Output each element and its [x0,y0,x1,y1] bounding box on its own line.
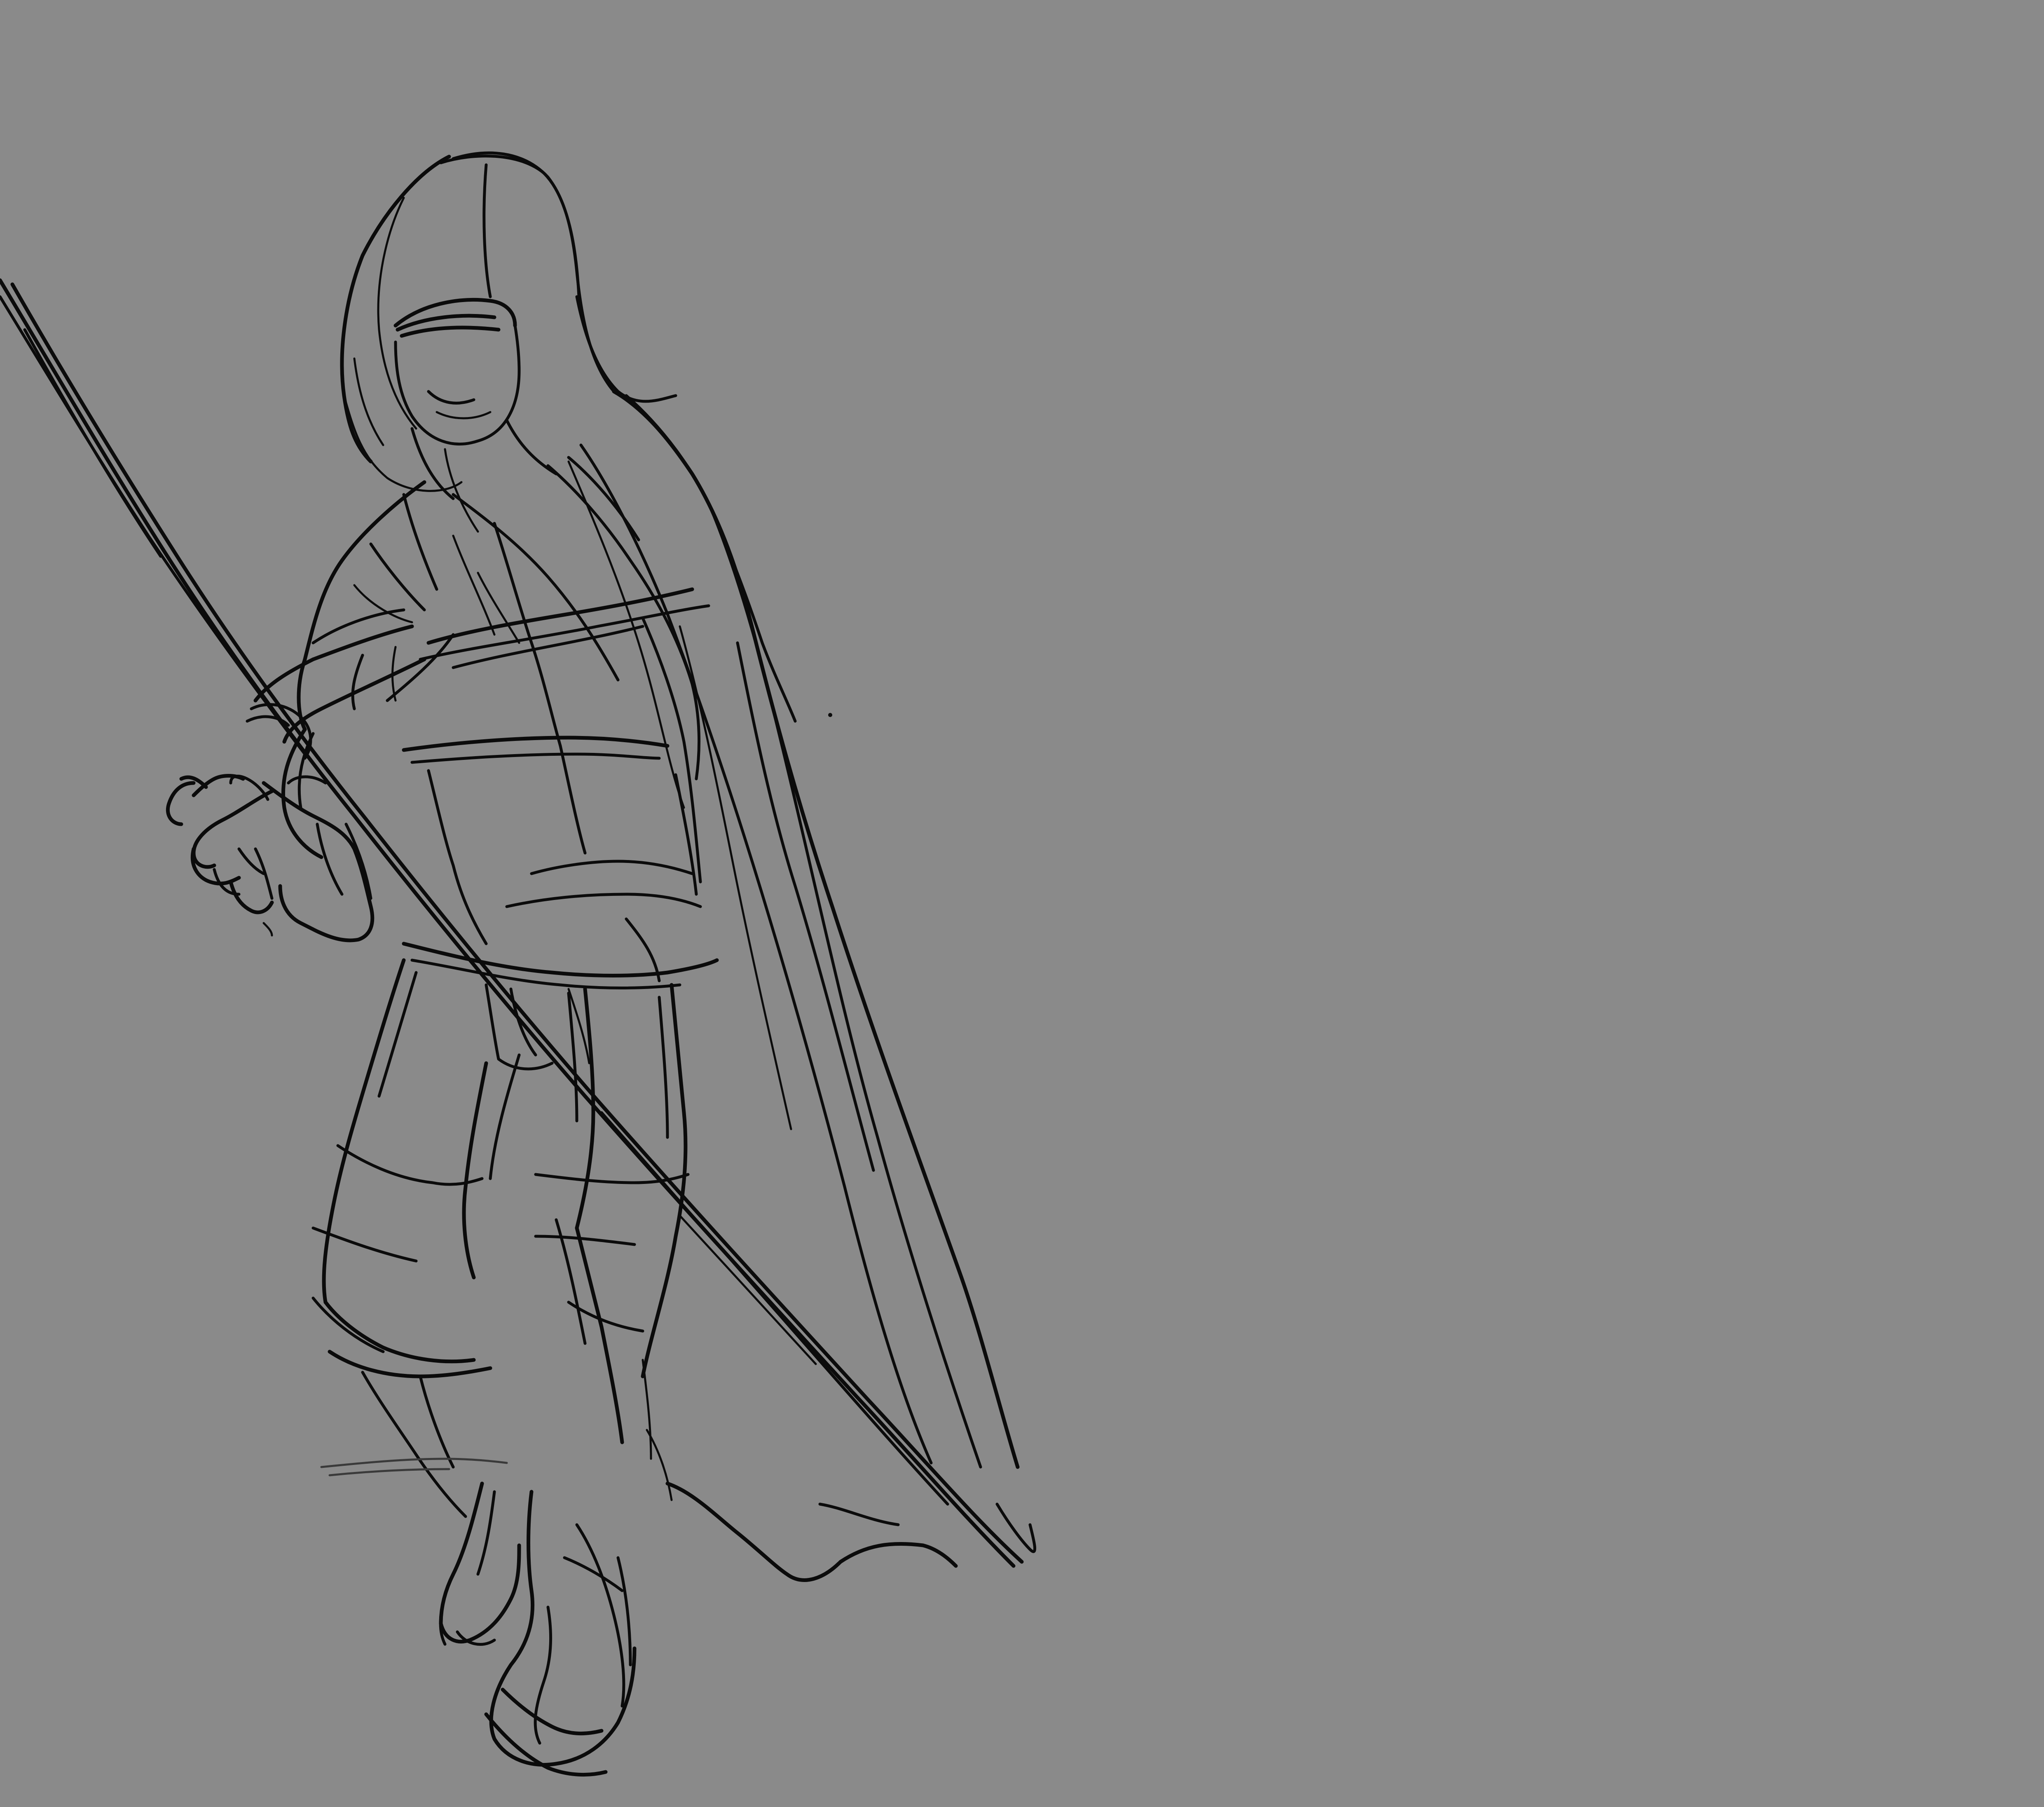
figure-sketch [0,151,1036,1777]
hand [166,774,274,937]
boots [439,1481,637,1777]
stray-mark [828,713,832,717]
left-arm [246,703,375,942]
legs [311,958,690,1518]
belt [402,917,719,1071]
drawing-canvas [0,0,2044,1807]
hood [340,151,677,492]
staff [0,278,1024,1568]
masked-face [393,298,558,533]
